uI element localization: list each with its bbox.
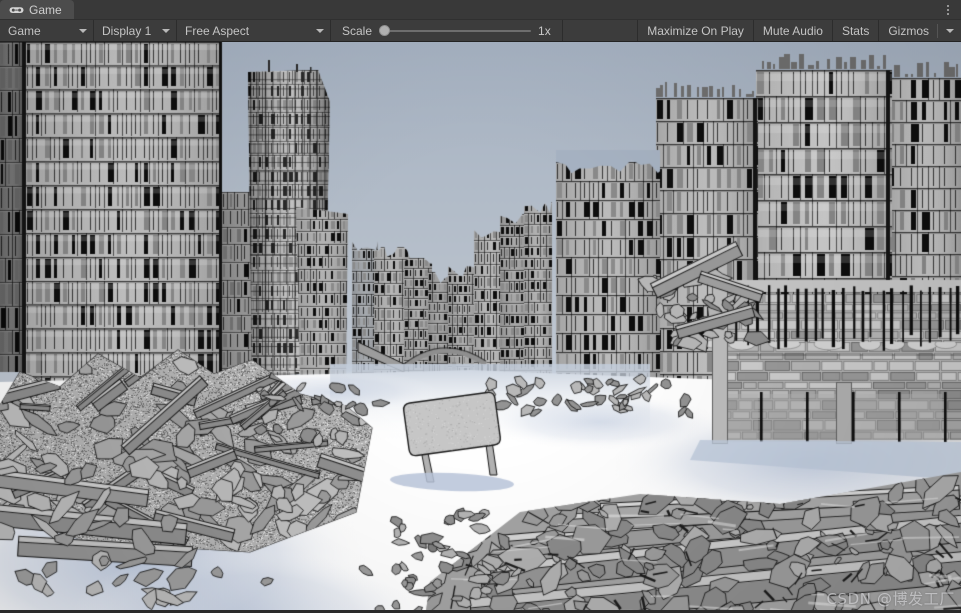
maximize-on-play-button[interactable]: Maximize On Play [637, 20, 753, 41]
chevron-down-icon [79, 28, 87, 33]
rendered-game-scene [0, 42, 961, 613]
display-dropdown[interactable]: Display 1 [94, 20, 177, 41]
maximize-on-play-label: Maximize On Play [647, 23, 744, 38]
stats-button[interactable]: Stats [831, 20, 878, 41]
kebab-dot [947, 8, 949, 11]
mute-audio-button[interactable]: Mute Audio [752, 20, 832, 41]
chevron-down-icon [162, 28, 170, 33]
game-window: Game Game Display 1 Free Aspect Scale 1x… [0, 0, 961, 613]
kebab-dot [947, 4, 949, 7]
toolbar-left-group: Game Display 1 Free Aspect Scale 1x [0, 20, 564, 41]
tab-game-label: Game [29, 2, 62, 17]
display-dropdown-label: Display 1 [102, 23, 152, 38]
play-mode-dropdown[interactable]: Game [0, 20, 94, 41]
scale-value: 1x [538, 23, 551, 38]
chevron-down-icon [316, 28, 324, 33]
scale-label: Scale [342, 23, 373, 38]
stats-label: Stats [841, 23, 870, 38]
game-view-toolbar: Game Display 1 Free Aspect Scale 1x Maxi… [0, 19, 961, 42]
toolbar-right-group: Maximize On Play Mute Audio Stats Gizmos [637, 20, 961, 41]
kebab-dot [947, 12, 949, 15]
tab-strip: Game [0, 0, 961, 19]
gamepad-icon [9, 4, 24, 15]
chevron-down-icon[interactable] [946, 28, 954, 33]
play-mode-dropdown-label: Game [8, 23, 41, 38]
aspect-ratio-dropdown-label: Free Aspect [185, 23, 250, 38]
game-view-render-area[interactable]: CSDN @博发工厂 [0, 42, 961, 613]
scale-slider-handle[interactable] [379, 25, 391, 36]
scale-slider[interactable] [379, 25, 532, 37]
aspect-ratio-dropdown[interactable]: Free Aspect [177, 20, 331, 41]
scale-slider-track [379, 29, 532, 32]
mute-audio-label: Mute Audio [762, 23, 823, 38]
gizmos-separator [937, 23, 938, 38]
gizmos-label: Gizmos [888, 23, 929, 38]
scale-control: Scale 1x [331, 20, 564, 41]
tab-game[interactable]: Game [0, 0, 74, 19]
kebab-menu-icon[interactable] [939, 0, 957, 19]
gizmos-button[interactable]: Gizmos [878, 20, 961, 41]
